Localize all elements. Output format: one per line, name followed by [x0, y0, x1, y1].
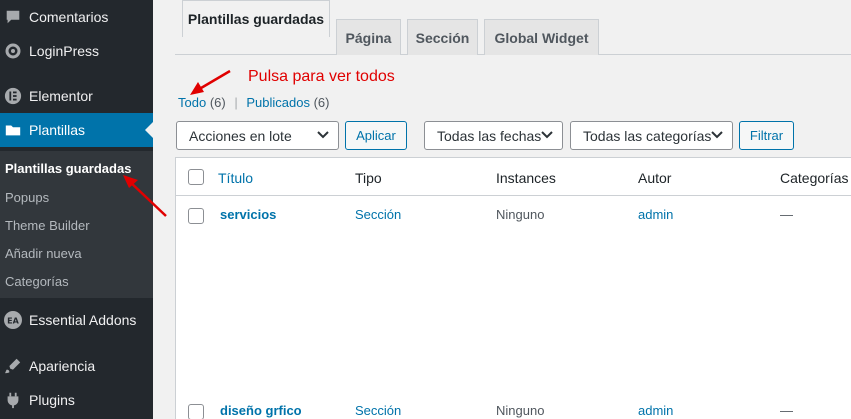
- column-categories: Categorías: [780, 170, 849, 186]
- row-author-link[interactable]: admin: [638, 403, 673, 418]
- row-categories: —: [780, 403, 793, 418]
- row-instances: Ninguno: [496, 207, 545, 222]
- submenu-popups[interactable]: Popups: [5, 190, 49, 205]
- date-filter-value: Todas las fechas: [437, 127, 542, 144]
- menu-elementor[interactable]: Elementor: [0, 79, 153, 113]
- menu-label: Plugins: [29, 392, 75, 408]
- bulk-actions-select[interactable]: Acciones en lote: [176, 121, 339, 150]
- submenu-plantillas-guardadas[interactable]: Plantillas guardadas: [5, 161, 131, 176]
- annotation-text: Pulsa para ver todos: [248, 68, 395, 85]
- tab-seccion[interactable]: Sección: [407, 19, 478, 55]
- date-filter-select[interactable]: Todas las fechas: [424, 121, 563, 150]
- column-author: Autor: [638, 170, 672, 186]
- gear-icon: [3, 41, 23, 61]
- menu-label: Plantillas: [29, 122, 86, 138]
- bulk-actions-value: Acciones en lote: [189, 127, 292, 144]
- menu-label: Elementor: [29, 88, 93, 104]
- chevron-down-icon: [711, 131, 723, 139]
- brush-icon: [3, 356, 23, 376]
- submenu-categorias[interactable]: Categorías: [5, 274, 69, 289]
- menu-plantillas[interactable]: Plantillas: [0, 113, 153, 147]
- menu-label: Comentarios: [29, 9, 109, 25]
- annotation-arrow-sidebar: [123, 175, 167, 217]
- ea-icon: EA: [3, 310, 23, 330]
- view-all-count: (6): [209, 95, 226, 110]
- menu-comentarios[interactable]: Comentarios: [0, 0, 153, 34]
- view-separator: |: [234, 95, 238, 110]
- views-filter: Todo (6) | Publicados (6): [178, 95, 329, 110]
- menu-essential-addons[interactable]: EA Essential Addons: [0, 303, 153, 337]
- svg-text:EA: EA: [7, 317, 19, 326]
- row-type-link[interactable]: Sección: [355, 207, 401, 222]
- row-title-link[interactable]: servicios: [220, 207, 276, 222]
- row-instances: Ninguno: [496, 403, 545, 418]
- tab-pagina[interactable]: Página: [336, 19, 401, 55]
- menu-label: LoginPress: [29, 43, 100, 59]
- chevron-down-icon: [317, 131, 329, 139]
- table-header: Título Tipo Instances Autor Categorías: [176, 158, 851, 196]
- templates-table: Título Tipo Instances Autor Categorías s…: [175, 157, 851, 419]
- menu-plugins[interactable]: Plugins: [0, 383, 153, 417]
- column-instances: Instances: [496, 170, 556, 186]
- row-title-link[interactable]: diseño grfico: [220, 403, 302, 418]
- row-checkbox[interactable]: [188, 404, 204, 419]
- submenu-anadir-nueva[interactable]: Añadir nueva: [5, 246, 82, 261]
- row-type-link[interactable]: Sección: [355, 403, 401, 418]
- comment-icon: [3, 7, 23, 27]
- column-title[interactable]: Título: [218, 170, 253, 186]
- submenu-theme-builder[interactable]: Theme Builder: [5, 218, 90, 233]
- row-categories: —: [780, 207, 793, 222]
- category-filter-select[interactable]: Todas las categorías: [570, 121, 733, 150]
- menu-label: Apariencia: [29, 358, 96, 374]
- plugin-icon: [3, 390, 23, 410]
- tab-plantillas-guardadas[interactable]: Plantillas guardadas: [182, 0, 330, 37]
- category-filter-value: Todas las categorías: [583, 127, 712, 144]
- filter-button[interactable]: Filtrar: [739, 121, 794, 150]
- view-all-link[interactable]: Todo: [178, 95, 206, 110]
- menu-loginpress[interactable]: LoginPress: [0, 34, 153, 68]
- view-published-link[interactable]: Publicados: [246, 95, 310, 110]
- view-published-count: (6): [313, 95, 330, 110]
- row-author-link[interactable]: admin: [638, 207, 673, 222]
- table-row: servicios Sección Ninguno admin —: [176, 196, 851, 236]
- tab-global-widget[interactable]: Global Widget: [484, 19, 599, 55]
- select-all-checkbox[interactable]: [188, 169, 204, 185]
- menu-label: Essential Addons: [29, 312, 137, 328]
- row-checkbox[interactable]: [188, 208, 204, 224]
- table-row: diseño grfico Sección Ninguno admin —: [176, 392, 851, 419]
- elementor-icon: [3, 86, 23, 106]
- column-type: Tipo: [355, 170, 382, 186]
- chevron-down-icon: [541, 131, 553, 139]
- folder-icon: [3, 120, 23, 140]
- apply-button[interactable]: Aplicar: [345, 121, 407, 150]
- menu-apariencia[interactable]: Apariencia: [0, 349, 153, 383]
